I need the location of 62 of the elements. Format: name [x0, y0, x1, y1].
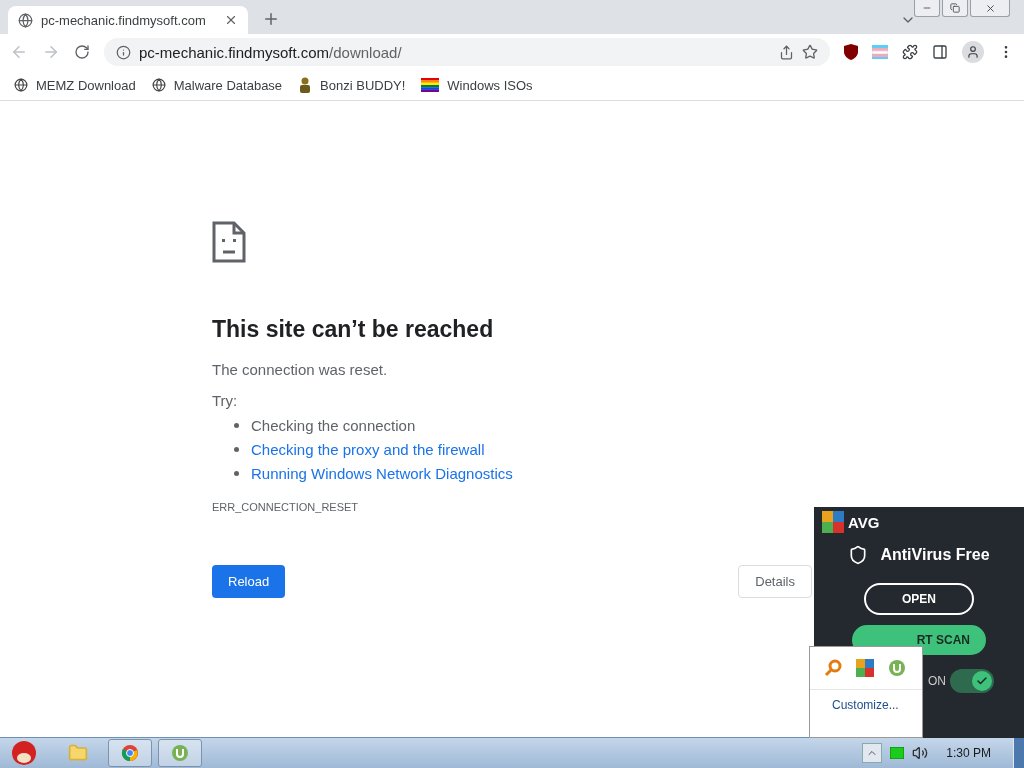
check-icon [976, 675, 988, 687]
rainbow-flag-icon [421, 78, 440, 92]
show-hidden-icons-button[interactable] [862, 743, 883, 763]
star-icon[interactable] [802, 44, 818, 60]
close-icon [984, 2, 996, 14]
suggestion-link[interactable]: Checking the proxy and the firewall [251, 440, 485, 458]
new-tab-icon[interactable] [262, 10, 280, 28]
suggestion-link[interactable]: Running Windows Network Diagnostics [251, 464, 513, 482]
bookmark[interactable]: Bonzi BUDDY! [298, 77, 406, 93]
profile-icon[interactable] [962, 41, 984, 63]
globe-icon [14, 78, 28, 92]
shield-icon [848, 545, 869, 565]
bookmark[interactable]: Windows ISOs [421, 77, 533, 93]
bookmark[interactable]: MEMZ Download [14, 77, 136, 93]
restore-icon [950, 3, 960, 13]
puzzle-icon[interactable] [902, 44, 918, 60]
open-button[interactable]: OPEN [864, 583, 974, 615]
suggestion-text: Checking the connection [251, 416, 416, 434]
torrent-icon [171, 744, 189, 762]
address-field[interactable]: pc-mechanic.findmysoft.com/download/ [104, 38, 830, 66]
error-title: This site can’t be reached [212, 316, 495, 343]
logo-icon[interactable] [856, 659, 874, 677]
globe-icon [18, 12, 33, 28]
browser-taskbar-button[interactable] [108, 739, 152, 767]
close-icon[interactable] [224, 13, 238, 27]
minimize-button[interactable] [914, 0, 940, 17]
error-code: ERR_CONNECTION_RESET [212, 501, 360, 513]
close-button[interactable] [970, 0, 1010, 17]
magnifier-icon[interactable] [824, 659, 842, 677]
striped-extension-icon[interactable] [872, 45, 888, 59]
sad-page-icon [212, 221, 246, 263]
restore-button[interactable] [942, 0, 968, 17]
product-name: AntiVirus Free [880, 546, 990, 564]
reload-icon[interactable] [74, 44, 90, 60]
brand-name: AVG [848, 513, 880, 531]
logo-icon [822, 511, 844, 533]
reload-button[interactable]: Reload [212, 565, 286, 598]
network-icon[interactable] [890, 747, 905, 759]
torrent-taskbar-button[interactable] [158, 739, 202, 767]
globe-icon [151, 78, 166, 92]
figure-icon [298, 77, 313, 93]
bullet-icon [234, 446, 239, 452]
details-button[interactable]: Details [738, 565, 812, 598]
browser-icon [121, 744, 139, 762]
bullet-icon [234, 422, 239, 428]
show-desktop-button[interactable] [1013, 738, 1024, 768]
side-panel-icon[interactable] [932, 44, 948, 60]
share-icon[interactable] [779, 44, 794, 60]
clock[interactable]: 1:30 PM [946, 746, 991, 760]
info-icon[interactable] [116, 44, 131, 60]
volume-icon[interactable] [912, 745, 929, 761]
try-label: Try: [212, 392, 239, 409]
error-message: The connection was reset. [212, 361, 389, 378]
toggle-switch[interactable] [950, 669, 994, 693]
bookmark[interactable]: Malware Database [151, 77, 283, 93]
start-orb-icon [9, 740, 39, 766]
bullet-icon [234, 470, 239, 476]
customize-link[interactable]: Customize... [832, 698, 922, 712]
browser-tab[interactable]: pc-mechanic.findmysoft.com [8, 6, 248, 34]
toggle-label: ON [928, 674, 946, 688]
torrent-icon[interactable] [888, 659, 906, 677]
shield-extension-icon[interactable] [844, 44, 858, 60]
